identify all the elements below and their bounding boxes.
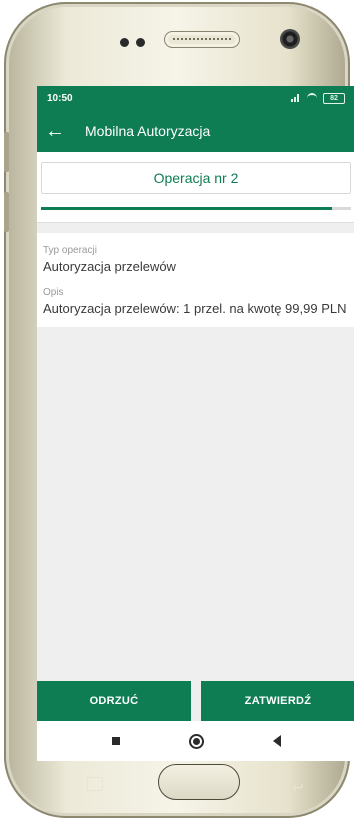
operation-details: Typ operacji Autoryzacja przelewów Opis … xyxy=(37,233,354,327)
front-camera-icon xyxy=(280,29,300,49)
battery-icon: 82 xyxy=(323,92,345,104)
description-label: Opis xyxy=(43,287,64,298)
volume-button xyxy=(4,132,9,172)
volume-button xyxy=(4,192,9,232)
status-icons: 82 xyxy=(291,92,345,104)
action-buttons: ODRZUĆ ZATWIERDŹ xyxy=(37,681,354,721)
wifi-icon xyxy=(307,93,317,103)
type-value: Autoryzacja przelewów xyxy=(43,259,176,274)
confirm-button[interactable]: ZATWIERDŹ xyxy=(201,681,354,721)
back-triangle-icon[interactable] xyxy=(272,735,281,747)
sensor-dot xyxy=(136,38,145,47)
signal-icon xyxy=(291,94,301,102)
home-icon[interactable] xyxy=(188,733,204,749)
status-bar: 10:50 82 xyxy=(37,86,354,110)
android-nav-bar xyxy=(37,721,354,761)
operation-title: Operacja nr 2 xyxy=(41,162,351,194)
operation-progress-fill xyxy=(41,207,333,210)
description-value: Autoryzacja przelewów: 1 przel. na kwotę… xyxy=(43,301,347,316)
reject-button[interactable]: ODRZUĆ xyxy=(37,681,191,721)
back-hw-icon[interactable]: ↩ xyxy=(292,779,304,796)
app-screen: 10:50 82 ← Mobilna Autoryzacja Operacja … xyxy=(37,86,354,761)
home-hw-button[interactable] xyxy=(158,764,240,800)
status-time: 10:50 xyxy=(47,92,73,104)
page-title: Mobilna Autoryzacja xyxy=(85,123,211,139)
back-arrow-icon[interactable]: ← xyxy=(39,121,71,141)
recent-apps-hw-icon[interactable] xyxy=(87,777,103,791)
operation-card: Operacja nr 2 xyxy=(37,152,354,223)
recent-apps-icon[interactable] xyxy=(111,737,120,745)
speaker-grille xyxy=(164,31,240,48)
operation-progress xyxy=(41,207,351,210)
sensor-dot xyxy=(120,38,129,47)
type-label: Typ operacji xyxy=(43,245,97,256)
app-toolbar: ← Mobilna Autoryzacja xyxy=(37,110,354,152)
